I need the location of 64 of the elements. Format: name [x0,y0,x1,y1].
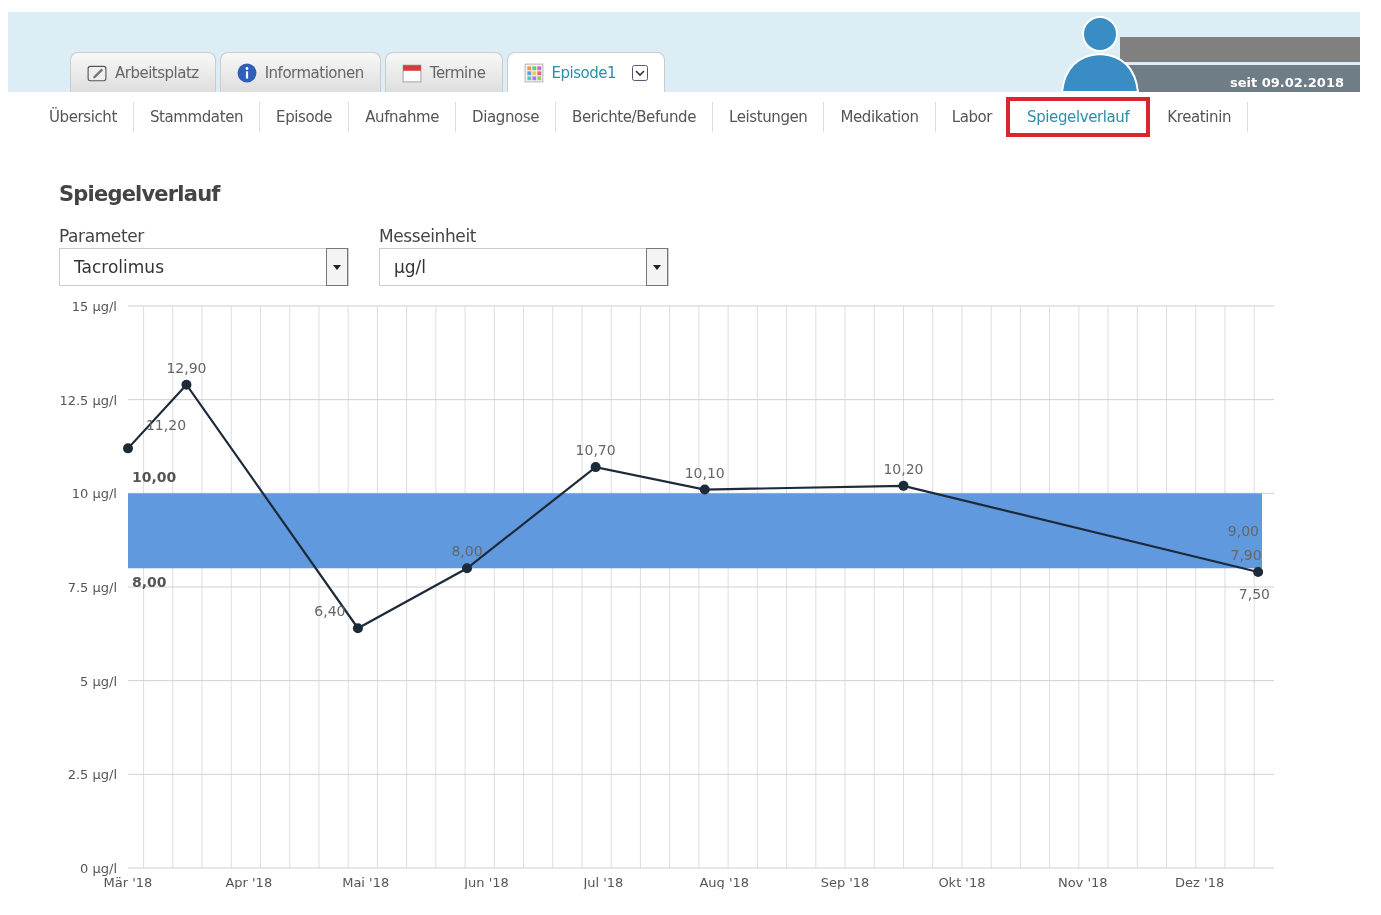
main-tab[interactable]: Episode1 [506,52,665,92]
axis-label: Nov '18 [1057,875,1108,889]
nav-tab[interactable]: Labor [935,102,1010,132]
data-label: 10,70 [575,442,616,459]
data-label: 12,90 [166,359,207,376]
select-field[interactable]: µg/l [379,248,669,286]
data-label: 10,10 [684,464,725,481]
dropdown-icon [646,248,668,286]
nav-tab[interactable]: Berichte/Befunde [556,102,713,132]
axis-label: Mär '18 [103,875,153,889]
axis-label: 5 µg/l [80,673,117,689]
nav-tab[interactable]: Episode [260,102,350,132]
data-point [123,443,133,454]
axis-label: Dez '18 [1175,875,1225,889]
calendar-icon [401,62,422,83]
axis-label: 7.5 µg/l [67,580,117,595]
axis-label: Jul '18 [583,875,624,889]
data-point [1253,567,1264,577]
data-label: 6,40 [314,603,346,620]
page-title: Spiegelverlauf [59,182,222,206]
axis-label: 2.5 µg/l [67,767,117,783]
field-label: Parameter [59,226,146,246]
data-point [462,563,473,574]
since-date: seit 09.02.2018 [1230,75,1344,90]
nav-tab[interactable]: Kreatinin [1151,102,1249,132]
info-icon [236,62,257,83]
axis-label: 10 µg/l [71,486,117,502]
value-label: 8,00 [132,574,167,591]
field-label: Messeinheit [379,226,478,246]
main-tab[interactable]: Informationen [219,52,381,92]
axis-label: Aug '18 [699,875,750,889]
value-label: 10,00 [132,469,177,486]
data-point [898,480,909,491]
data-label: 10,20 [883,460,924,477]
main-tab[interactable]: Arbeitsplatz [70,52,216,92]
nav-tab[interactable]: Medikation [824,102,936,132]
axis-label: Mai '18 [342,875,390,889]
axis-label: 0 µg/l [80,861,117,876]
nav-tab[interactable]: Aufnahme [349,102,457,132]
select-field[interactable]: Tacrolimus [59,248,349,286]
nav-tab[interactable]: Diagnose [456,102,557,132]
data-point [352,623,363,634]
dropdown-icon[interactable] [632,64,648,81]
axis-label: Jun '18 [464,875,509,889]
data-point [181,379,192,390]
data-label: 11,20 [145,417,187,434]
axis-label: Okt '18 [938,875,986,889]
nav-tab[interactable]: Übersicht [33,102,134,132]
dropdown-icon [326,248,348,286]
nav-tab[interactable]: Leistungen [713,102,825,132]
data-point [590,462,601,473]
axis-label: 15 µg/l [71,299,117,314]
nav-tab[interactable]: Stammdaten [133,102,261,132]
axis-label: 12.5 µg/l [59,392,117,408]
value-label: 9,00 [1227,522,1259,539]
axis-label: Sep '18 [820,875,870,889]
data-label: 7,90 [1230,547,1262,563]
nav-tab[interactable]: Spiegelverlauf [1009,100,1148,134]
grid-icon [523,62,544,83]
data-label: 8,00 [451,543,483,560]
axis-label: Apr '18 [225,875,273,889]
value-label: 7,50 [1238,586,1270,602]
main-tab[interactable]: Termine [384,52,503,92]
data-point [699,484,710,495]
